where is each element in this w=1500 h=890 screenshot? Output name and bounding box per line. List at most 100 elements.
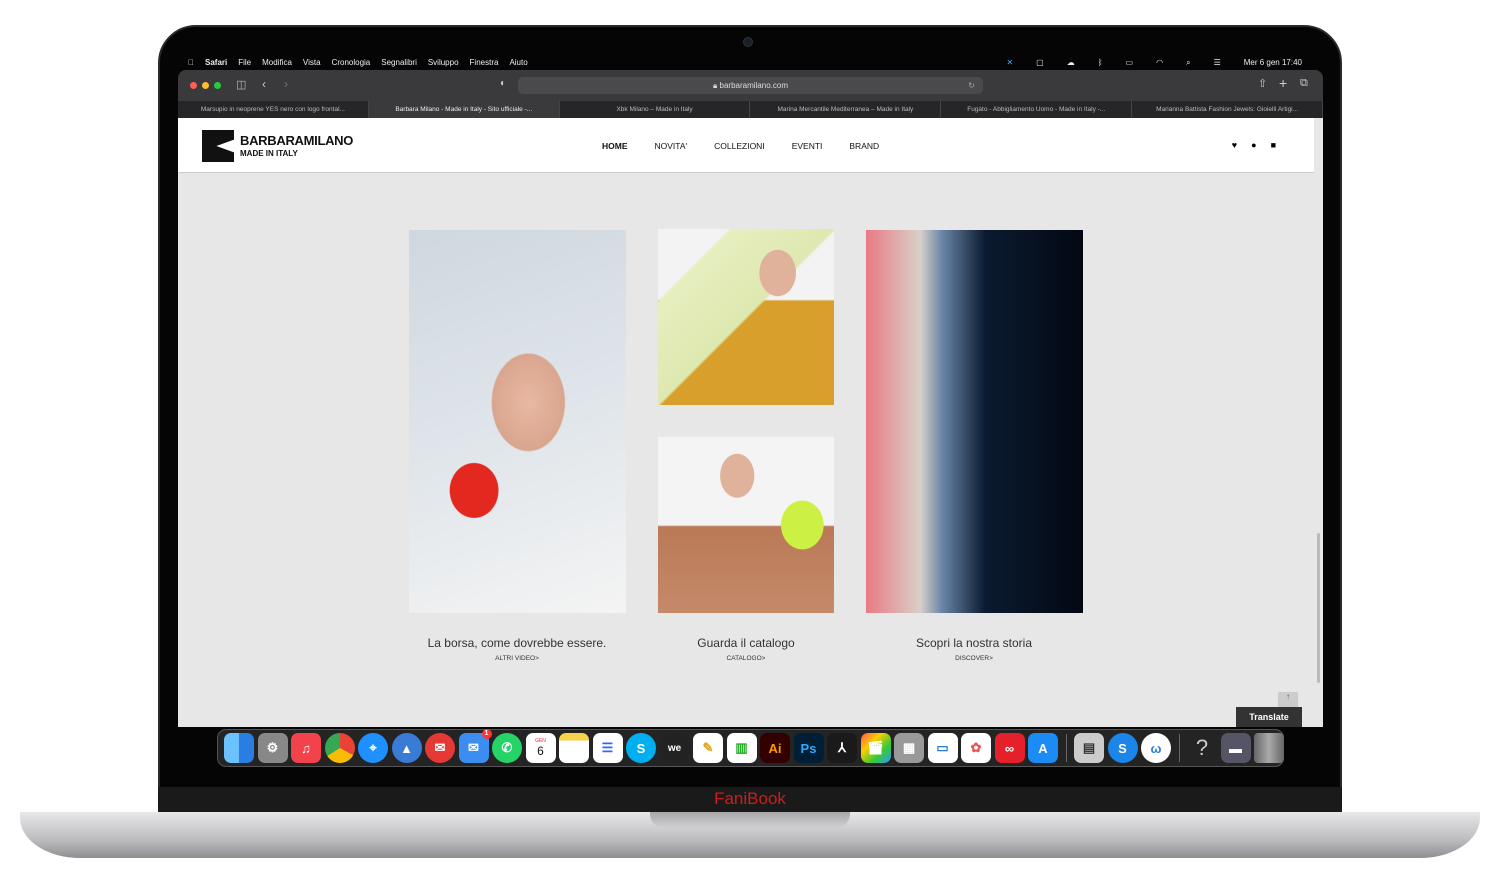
back-icon[interactable]: ‹ <box>262 77 266 91</box>
card-caption: Scopri la nostra storia <box>915 636 1033 650</box>
illustrator-icon[interactable]: Ai <box>760 733 790 763</box>
tab[interactable]: Marsupio in neoprene YES nero con logo f… <box>178 101 369 118</box>
zoom-button[interactable] <box>214 82 221 89</box>
app-store-icon[interactable]: A <box>1028 733 1058 763</box>
help-icon[interactable]: ? <box>1187 733 1217 763</box>
card-caption: Guarda il catalogo <box>697 636 795 650</box>
menu-file[interactable]: File <box>238 58 251 67</box>
dock: ⚙ ♫ ⌖ ▲ ✉ ✉ 1 ✆ GEN 6 ☰ S we ✎ ▥ Ai Ps ⅄ 🎬… <box>217 729 1284 767</box>
url-text: barbaramilano.com <box>719 81 788 90</box>
nav-brand[interactable]: BRAND <box>849 141 879 151</box>
nav-home[interactable]: HOME <box>602 141 628 151</box>
nav-eventi[interactable]: EVENTI <box>792 141 823 151</box>
notes-icon[interactable] <box>559 733 589 763</box>
system-preferences-icon[interactable]: ⚙ <box>257 733 288 763</box>
menu-sviluppo[interactable]: Sviluppo <box>428 58 459 67</box>
wifi-icon[interactable]: ◠ <box>1156 58 1163 67</box>
back-to-top-button[interactable]: ↑ <box>1278 692 1298 707</box>
battery-icon[interactable]: ▭ <box>1126 58 1134 67</box>
pages-icon[interactable]: ✎ <box>693 733 723 763</box>
preview-icon[interactable]: ▤ <box>1074 733 1104 763</box>
minimize-button[interactable] <box>202 82 209 89</box>
finder-icon[interactable] <box>224 733 254 763</box>
story-photo[interactable] <box>866 230 1083 613</box>
share-icon[interactable]: ⇧ <box>1258 77 1267 90</box>
tab-overview-icon[interactable]: ⧉ <box>1300 77 1308 90</box>
butterfly-icon[interactable]: ✕ <box>1006 58 1013 67</box>
sidebar-icon[interactable]: ◫ <box>236 78 246 91</box>
tab[interactable]: Fugàto - Abbigliamento Uomo - Made in It… <box>941 101 1133 118</box>
new-tab-icon[interactable]: + <box>1279 75 1287 91</box>
menu-app[interactable]: Safari <box>205 58 227 67</box>
calendar-icon[interactable]: GEN 6 <box>525 733 556 763</box>
tab-active[interactable]: Barbara Milano - Made in Italy - Sito uf… <box>368 101 560 118</box>
menu-aiuto[interactable]: Aiuto <box>509 58 527 67</box>
safari-icon[interactable]: ⌖ <box>358 733 388 763</box>
card-link-discover[interactable]: DISCOVER> <box>854 655 1094 662</box>
window-icon[interactable]: ▢ <box>1036 58 1044 67</box>
screenshot-icon[interactable]: ▬ <box>1220 733 1251 763</box>
menu-cronologia[interactable]: Cronologia <box>332 58 371 67</box>
airmail-icon[interactable]: ✉ <box>425 733 455 763</box>
clock[interactable]: Mer 6 gen 17:40 <box>1244 58 1302 67</box>
forward-icon[interactable]: › <box>284 77 288 91</box>
word-app-icon[interactable]: ω <box>1141 733 1171 763</box>
menu-vista[interactable]: Vista <box>303 58 321 67</box>
laptop-notch <box>650 812 850 828</box>
photos-icon[interactable]: ✿ <box>961 733 991 763</box>
logo[interactable] <box>202 130 234 162</box>
mail-icon[interactable]: ✉ 1 <box>458 729 492 763</box>
numbers-icon[interactable]: ▥ <box>726 733 757 763</box>
tab[interactable]: Marianna Battista Fashion Jewels: Gioiel… <box>1132 101 1323 118</box>
whatsapp-icon[interactable]: ✆ <box>492 733 522 763</box>
cloud-icon[interactable]: ☁ <box>1067 58 1075 67</box>
spark-icon[interactable]: ▲ <box>391 733 422 763</box>
wetransfer-icon[interactable]: we <box>659 733 690 763</box>
woman-earring-photo[interactable] <box>409 230 626 613</box>
bluetooth-icon[interactable]: ᛒ <box>1098 58 1103 67</box>
reload-icon[interactable]: ↻ <box>968 77 975 94</box>
acrobat-icon[interactable]: ⅄ <box>827 733 857 763</box>
user-icon[interactable]: ● <box>1251 140 1256 150</box>
card-link-catalogo[interactable]: CATALOGO> <box>626 655 866 662</box>
search-icon[interactable]: ⌕ <box>1186 58 1190 68</box>
skype-2-icon[interactable]: S <box>1107 733 1138 763</box>
tab-bar: Marsupio in neoprene YES nero con logo f… <box>178 101 1323 118</box>
menu-modifica[interactable]: Modifica <box>262 58 292 67</box>
menu-finestra[interactable]: Finestra <box>470 58 499 67</box>
skype-icon[interactable]: S <box>626 733 656 763</box>
logo-title[interactable]: BARBARAMILANO <box>240 133 353 148</box>
bag-icon[interactable]: ■ <box>1271 140 1276 150</box>
launchpad-icon[interactable]: ▦ <box>894 733 924 763</box>
chrome-icon[interactable] <box>324 733 355 763</box>
tab[interactable]: Marina Mercantile Mediterranea – Made in… <box>750 101 942 118</box>
nav-novita[interactable]: NOVITA' <box>655 141 688 151</box>
scrollbar[interactable] <box>1317 533 1320 683</box>
music-icon[interactable]: ♫ <box>291 733 321 763</box>
photoshop-icon[interactable]: Ps <box>793 733 824 763</box>
menu-segnalibri[interactable]: Segnalibri <box>381 58 417 67</box>
mail-badge: 1 <box>481 729 492 739</box>
creative-cloud-icon[interactable]: ∞ <box>994 733 1025 763</box>
shield-icon[interactable]: ◐ <box>500 78 506 89</box>
tab[interactable]: Xbk Milano – Made in Italy <box>560 101 751 118</box>
address-bar[interactable]: 🔒︎ barbaramilano.com ↻ <box>518 77 983 94</box>
yellow-jacket-bag-photo[interactable] <box>658 229 834 405</box>
logo-subtitle: MADE IN ITALY <box>240 149 298 158</box>
apple-menu-icon[interactable]:  <box>188 58 194 67</box>
translate-button[interactable]: Translate <box>1236 707 1302 727</box>
control-center-icon[interactable]: ☰ <box>1214 58 1221 67</box>
keynote-icon[interactable]: ▭ <box>927 733 958 763</box>
close-button[interactable] <box>190 82 197 89</box>
final-cut-icon[interactable]: 🎬︎ <box>860 733 891 763</box>
nav-collezioni[interactable]: COLLEZIONI <box>714 141 765 151</box>
reminders-icon[interactable]: ☰ <box>592 733 623 763</box>
trash-icon[interactable] <box>1254 733 1284 763</box>
dock-separator <box>1178 734 1180 762</box>
menu-bar:  Safari File Modifica Vista Cronologia … <box>178 55 1323 70</box>
web-page: BARBARAMILANO MADE IN ITALY HOME NOVITA'… <box>178 118 1323 727</box>
card-link-altri-video[interactable]: ALTRI VIDEO> <box>397 655 637 662</box>
card-caption: La borsa, come dovrebbe essere. <box>427 636 607 650</box>
heart-icon[interactable]: ♥ <box>1232 140 1237 150</box>
green-bag-photo[interactable] <box>658 437 834 613</box>
